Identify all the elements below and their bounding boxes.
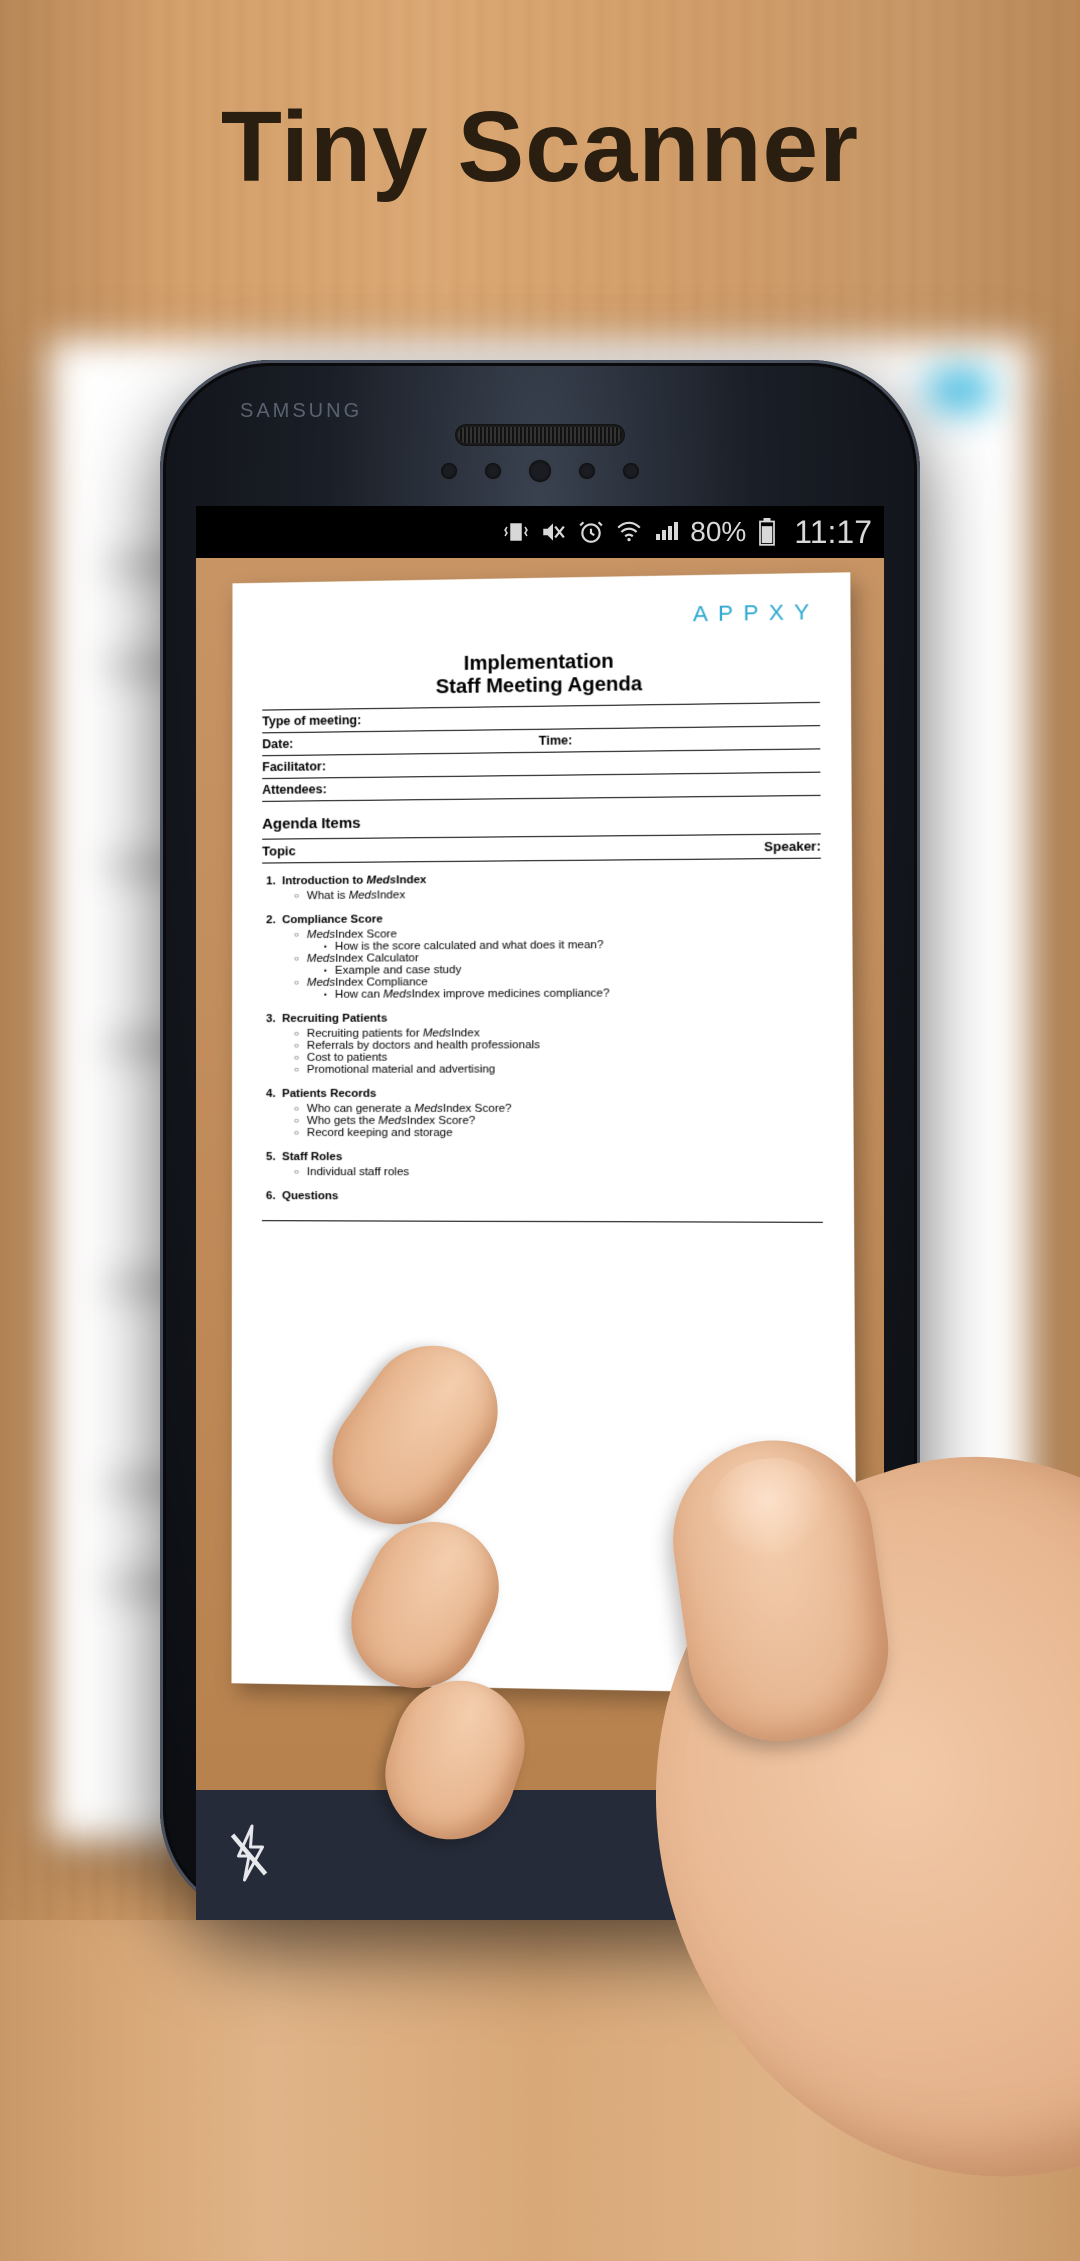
earpiece	[455, 424, 625, 446]
agenda-header: Agenda Items	[262, 810, 821, 833]
scanned-document: APPXY Implementation Staff Meeting Agend…	[231, 572, 856, 1694]
clock: 11:17	[794, 514, 872, 551]
wifi-icon	[616, 519, 642, 545]
mute-icon	[540, 519, 566, 545]
agenda-item: 4. Patients RecordsWho can generate a Me…	[266, 1087, 822, 1139]
agenda-item: 3. Recruiting PatientsRecruiting patient…	[266, 1011, 822, 1076]
flash-toggle-button[interactable]	[226, 1823, 272, 1888]
camera-viewport[interactable]: APPXY Implementation Staff Meeting Agend…	[196, 558, 884, 1790]
field-attendees: Attendees:	[262, 772, 820, 802]
phone-frame: SAMSUNG 80%	[160, 360, 920, 1920]
doc-brand: APPXY	[262, 599, 819, 634]
agenda-items: 1. Introduction to MedsIndexWhat is Meds…	[262, 871, 823, 1204]
phone-brand: SAMSUNG	[240, 400, 362, 423]
agenda-item: 5. Staff RolesIndividual staff roles	[266, 1151, 823, 1179]
promo-title: Tiny Scanner	[0, 90, 1080, 205]
agenda-item: 1. Introduction to MedsIndexWhat is Meds…	[266, 871, 821, 903]
agenda-item: 2. Compliance ScoreMedsIndex ScoreHow is…	[266, 910, 822, 1001]
camera-toolbar	[196, 1790, 884, 1920]
alarm-icon	[578, 519, 604, 545]
agenda-item: 6. Questions	[266, 1190, 823, 1203]
battery-percent: 80%	[690, 516, 746, 548]
signal-icon	[654, 520, 678, 544]
status-bar: 80% 11:17	[196, 506, 884, 558]
sensor-bar	[441, 460, 639, 482]
phone-screen: 80% 11:17 APPXY Implementation Staff Mee…	[196, 506, 884, 1920]
vibrate-icon	[504, 520, 528, 544]
agenda-columns: Topic Speaker:	[262, 834, 821, 863]
battery-icon	[758, 518, 776, 546]
